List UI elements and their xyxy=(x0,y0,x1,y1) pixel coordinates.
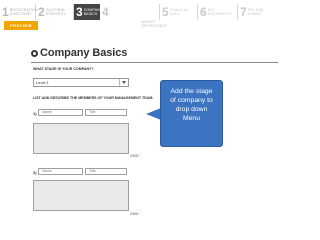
circle-icon xyxy=(31,49,38,57)
select-divider xyxy=(119,79,120,86)
member-number: 1) xyxy=(33,111,37,116)
page-title: Company Basics xyxy=(40,47,128,59)
callout-line: drop down xyxy=(175,106,208,113)
member-title-input[interactable]: Title xyxy=(85,168,127,175)
annotation-callout: Add the stage of company to drop down Me… xyxy=(160,80,223,147)
preview-button[interactable]: PREVIEW xyxy=(4,21,38,30)
step-number: 5 xyxy=(162,5,169,19)
member-description-textarea[interactable] xyxy=(33,123,129,154)
stage-select-value: Level 1 xyxy=(36,80,49,85)
step-7[interactable]: 7 Pay and Submit xyxy=(238,4,278,20)
step-6[interactable]: 6 Key Documents xyxy=(198,4,238,20)
callout-pointer xyxy=(146,108,161,120)
character-counter: 0/500 xyxy=(130,154,139,158)
step-number: 1 xyxy=(2,5,9,19)
step-3-active[interactable]: 3 Company Basics xyxy=(74,4,102,20)
member-name-input[interactable]: Name xyxy=(38,168,83,175)
member-name-input[interactable]: Name xyxy=(38,109,83,116)
step-label: Registration & Account xyxy=(9,8,38,16)
step-number: 6 xyxy=(200,5,207,19)
member-description-textarea[interactable] xyxy=(33,180,129,211)
callout-line: Menu xyxy=(182,115,200,122)
member-title-input[interactable]: Title xyxy=(85,109,127,116)
callout-line: of company to xyxy=(170,97,213,104)
step-5[interactable]: 5 Financial Data xyxy=(160,4,198,20)
step-label: Financial Data xyxy=(169,8,190,16)
team-question-label: LIST AND DESCRIBE THE MEMBERS OF YOUR MA… xyxy=(33,96,154,100)
page-heading: Company Basics xyxy=(31,47,127,59)
stage-select[interactable]: Level 1 xyxy=(33,78,129,87)
step-4[interactable]: 4 xyxy=(100,4,160,20)
step-number: 3 xyxy=(76,5,83,19)
chevron-down-icon[interactable] xyxy=(122,81,126,84)
step-label: Cultural Strategy xyxy=(45,8,66,16)
heading-divider xyxy=(31,62,278,63)
step-2[interactable]: 2 Cultural Strategy xyxy=(36,4,74,20)
step-number: 7 xyxy=(240,5,247,19)
step-navigation: 1 Registration & Account 2 Cultural Strate… xyxy=(0,4,278,20)
step-label: Pay and Submit xyxy=(247,8,264,16)
step-1[interactable]: 1 Registration & Account xyxy=(0,4,38,20)
step-4-label: Market Opportunity xyxy=(141,20,167,28)
callout-line: Add the stage xyxy=(170,88,213,95)
step-number: 2 xyxy=(38,5,45,19)
stage-question-label: WHAT STAGE IS YOUR COMPANY? xyxy=(33,67,94,71)
step-number: 4 xyxy=(102,5,109,19)
step-label: Key Documents xyxy=(207,8,232,16)
character-counter: 0/500 xyxy=(130,212,139,216)
member-number: 2) xyxy=(33,170,37,175)
